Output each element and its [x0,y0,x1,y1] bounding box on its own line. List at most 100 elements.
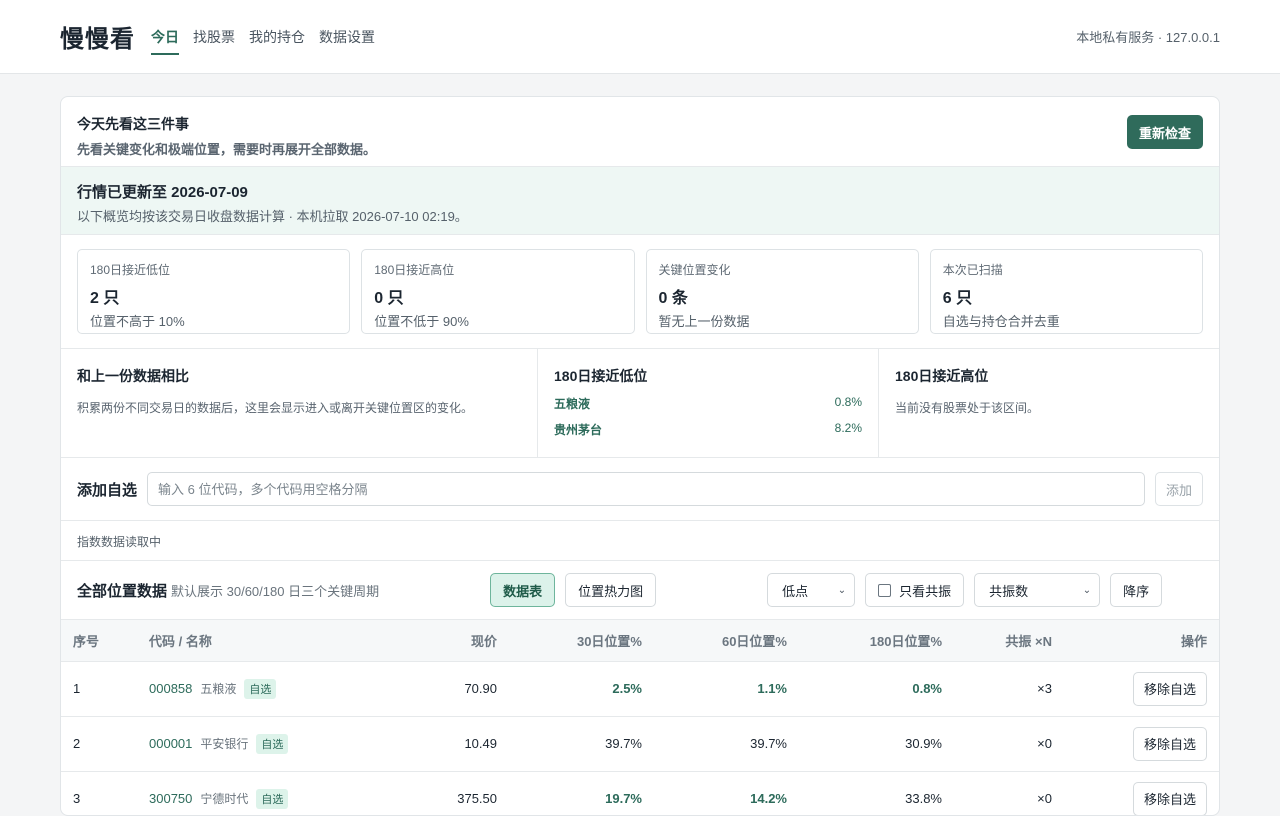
update-title: 行情已更新至 2026-07-09 [77,184,248,201]
row-index: 1 [61,661,137,717]
table-row: 1 000858 五粮液 自选 70.90 2.5% 1.1% 0.8% ×3 移除… [61,661,1219,717]
recheck-button[interactable]: 重新检查 [1126,115,1203,149]
intro-title: 今天先看这三件事 [77,116,189,132]
row-30d-position: 19.7% [497,771,642,815]
row-code-name: 000858 五粮液 自选 [137,661,393,717]
top-bar: 慢慢看 今日 找股票 我的持仓 数据设置 本地私有服务 · 127.0.0.1 [0,0,1280,74]
table-view-button[interactable]: 数据表 [490,573,556,607]
add-watch-button[interactable]: 添加 [1154,472,1203,506]
stat-card-scanned: 本次已扫描 6 只 自选与持仓合并去重 [929,249,1203,334]
stat-desc: 自选与持仓合并去重 [942,314,1060,329]
row-30d-position: 2.5% [497,661,642,717]
stat-label: 180日接近低位 [90,263,171,277]
all-data-title: 全部位置数据 [77,582,168,600]
col-header-index: 序号 [61,620,137,662]
stat-card-changes: 关键位置变化 0 条 暂无上一份数据 [645,249,919,334]
row-180d-position: 0.8% [787,661,942,717]
row-code-name: 300750 宁德时代 自选 [137,771,393,815]
chevron-down-icon: ⌄ [837,584,847,596]
low-zone-stock-value: 8.2% [834,421,862,435]
low-zone-item[interactable]: 五粮液 0.8% [554,395,862,412]
add-watch-section: 添加自选 添加 [61,458,1219,521]
row-30d-position: 39.7% [497,716,642,772]
sort-order-button[interactable]: 降序 [1110,573,1163,607]
row-180d-position: 33.8% [787,771,942,815]
compare-title: 和上一份数据相比 [77,368,189,384]
watchlist-tag: 自选 [256,733,289,754]
low-zone-stock-name[interactable]: 贵州茅台 [554,421,602,438]
nav-find-stocks[interactable]: 找股票 [193,0,235,73]
stats-row: 180日接近低位 2 只 位置不高于 10% 180日接近高位 0 只 位置不低… [61,235,1219,349]
nav-today[interactable]: 今日 [151,0,179,73]
row-60d-position: 14.2% [642,771,787,815]
remove-watch-button[interactable]: 移除自选 [1132,671,1207,706]
row-code-name: 000001 平安银行 自选 [137,716,393,772]
stock-code-link[interactable]: 300750 [149,791,192,806]
row-index: 3 [61,771,137,815]
compare-section: 和上一份数据相比 积累两份不同交易日的数据后，这里会显示进入或离开关键位置区的变… [61,349,1219,458]
chevron-down-icon: ⌄ [1082,584,1092,596]
stat-desc: 暂无上一份数据 [658,314,750,329]
watchlist-tag: 自选 [244,678,277,699]
stat-label: 180日接近高位 [374,263,455,277]
high-zone-text: 当前没有股票处于该区间。 [895,401,1040,415]
high-zone-panel: 180日接近高位 当前没有股票处于该区间。 [879,349,1219,457]
row-180d-position: 30.9% [787,716,942,772]
sort-select[interactable]: 共振数 ⌄ [974,573,1101,607]
row-price: 375.50 [393,771,497,815]
row-price: 70.90 [393,661,497,717]
main-nav: 今日 找股票 我的持仓 数据设置 [151,0,375,73]
col-header-30d: 30日位置% [497,620,642,662]
server-status: 本地私有服务 · 127.0.0.1 [1076,30,1220,45]
metric-select-value: 低点 [782,583,809,599]
main-card: 今天先看这三件事 先看关键变化和极端位置，需要时再展开全部数据。 重新检查 行情… [60,96,1220,816]
metric-select[interactable]: 低点 ⌄ [767,573,856,607]
resonance-only-toggle[interactable]: 只看共振 [865,573,965,607]
table-header-row: 序号 代码 / 名称 现价 30日位置% 60日位置% 180日位置% 共振 ×… [61,620,1219,662]
heatmap-view-button[interactable]: 位置热力图 [565,573,657,607]
nav-data-settings[interactable]: 数据设置 [319,0,375,73]
watchlist-tag: 自选 [256,788,289,809]
stat-label: 关键位置变化 [658,263,731,277]
stat-label: 本次已扫描 [942,263,1003,277]
compare-text: 积累两份不同交易日的数据后，这里会显示进入或离开关键位置区的变化。 [77,401,474,415]
checkbox-icon[interactable] [878,583,892,597]
low-zone-panel: 180日接近低位 五粮液 0.8% 贵州茅台 8.2% [538,349,879,457]
data-toolbar: 全部位置数据 默认展示 30/60/180 日三个关键周期 数据表 位置热力图 … [61,561,1219,620]
nav-my-holdings[interactable]: 我的持仓 [249,0,305,73]
high-zone-title: 180日接近高位 [895,368,989,384]
remove-watch-button[interactable]: 移除自选 [1132,726,1207,761]
update-subtitle: 以下概览均按该交易日收盘数据计算 · 本机拉取 2026-07-10 02:19… [77,209,468,224]
stat-value: 0 条 [658,290,688,307]
low-zone-stock-name[interactable]: 五粮液 [554,395,590,412]
index-status: 指数数据读取中 [61,521,1219,561]
update-banner: 行情已更新至 2026-07-09 以下概览均按该交易日收盘数据计算 · 本机拉… [61,167,1219,235]
compare-panel: 和上一份数据相比 积累两份不同交易日的数据后，这里会显示进入或离开关键位置区的变… [61,349,538,457]
row-index: 2 [61,716,137,772]
low-zone-stock-value: 0.8% [834,395,862,409]
row-resonance: ×3 [942,661,1052,717]
row-price: 10.49 [393,716,497,772]
stat-desc: 位置不低于 90% [374,314,469,329]
stock-code-link[interactable]: 000858 [149,681,192,696]
stat-card-low: 180日接近低位 2 只 位置不高于 10% [77,249,351,334]
stat-value: 0 只 [374,290,404,307]
remove-watch-button[interactable]: 移除自选 [1132,781,1207,815]
stock-code-link[interactable]: 000001 [149,736,192,751]
intro-subtitle: 先看关键变化和极端位置，需要时再展开全部数据。 [77,142,377,157]
stock-code-input[interactable] [147,472,1145,506]
row-resonance: ×0 [942,771,1052,815]
row-action-cell: 移除自选 [1052,661,1219,717]
col-header-code-name: 代码 / 名称 [137,620,393,662]
col-header-price: 现价 [393,620,497,662]
low-zone-item[interactable]: 贵州茅台 8.2% [554,421,862,438]
col-header-action: 操作 [1052,620,1219,662]
stock-name: 平安银行 [200,736,249,751]
positions-table: 序号 代码 / 名称 现价 30日位置% 60日位置% 180日位置% 共振 ×… [61,620,1219,815]
all-data-subtitle: 默认展示 30/60/180 日三个关键周期 [171,583,380,599]
row-60d-position: 39.7% [642,716,787,772]
table-row: 3 300750 宁德时代 自选 375.50 19.7% 14.2% 33.8% … [61,771,1219,815]
stock-name: 宁德时代 [200,791,249,806]
stat-card-high: 180日接近高位 0 只 位置不低于 90% [361,249,635,334]
row-60d-position: 1.1% [642,661,787,717]
